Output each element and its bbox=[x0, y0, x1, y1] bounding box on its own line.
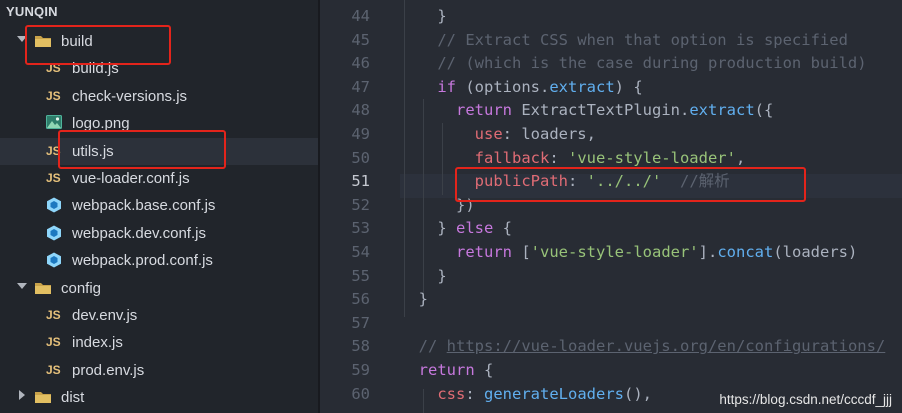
js-file-icon: JS bbox=[46, 88, 61, 103]
project-title[interactable]: YUNQIN bbox=[6, 4, 58, 26]
annotation-box-public-path bbox=[455, 167, 806, 202]
code-editor[interactable]: 44 45 46 47 48 49 50 51 52 53 54 55 56 57 58 59 60 } // … bbox=[320, 0, 902, 413]
js-file-icon: JS bbox=[46, 171, 61, 185]
indent-guide bbox=[423, 99, 424, 293]
line-number: 46 bbox=[351, 54, 370, 73]
line-number: 58 bbox=[351, 337, 370, 356]
watermark-text: https://blog.csdn.net/cccdf_jjj bbox=[719, 392, 892, 407]
tree-file-item[interactable]: JS index.js bbox=[0, 329, 318, 356]
js-file-icon: JS bbox=[46, 308, 61, 322]
line-number: 47 bbox=[351, 77, 370, 96]
indent-guide bbox=[423, 389, 424, 413]
tree-file-item[interactable]: JS check-versions.js bbox=[0, 83, 318, 110]
line-number: 55 bbox=[351, 266, 370, 285]
tree-item-label: webpack.base.conf.js bbox=[72, 197, 216, 215]
tree-item-label: check-versions.js bbox=[72, 87, 188, 105]
folder-icon bbox=[35, 392, 51, 404]
line-number: 60 bbox=[351, 384, 370, 403]
indent-guide bbox=[404, 0, 405, 317]
code-line[interactable]: // Extract CSS when that option is speci… bbox=[400, 28, 848, 52]
tree-file-item[interactable]: JS dev.env.js bbox=[0, 302, 318, 329]
code-line[interactable]: use: loaders, bbox=[400, 122, 596, 146]
webpack-file-icon bbox=[47, 252, 61, 268]
line-number: 57 bbox=[351, 313, 370, 332]
image-file-icon bbox=[46, 115, 62, 130]
tree-item-label: vue-loader.conf.js bbox=[72, 170, 190, 187]
line-number: 52 bbox=[351, 195, 370, 214]
chevron-down-icon[interactable] bbox=[17, 282, 27, 289]
code-line[interactable]: return ['vue-style-loader'].concat(loade… bbox=[400, 240, 857, 264]
chevron-right-icon[interactable] bbox=[19, 390, 25, 401]
code-line[interactable]: } else { bbox=[400, 216, 512, 240]
webpack-file-icon bbox=[47, 225, 61, 241]
annotation-box-build-folder bbox=[25, 25, 171, 65]
tree-item-label: dist bbox=[61, 389, 85, 407]
code-line[interactable]: fallback: 'vue-style-loader', bbox=[400, 146, 746, 170]
line-number: 45 bbox=[351, 30, 370, 49]
tree-item-label: dev.env.js bbox=[72, 307, 138, 324]
line-number: 53 bbox=[351, 219, 370, 238]
line-number: 49 bbox=[351, 125, 370, 143]
tree-folder-dist[interactable]: dist bbox=[0, 384, 318, 411]
line-number: 56 bbox=[351, 290, 370, 309]
indent-guide bbox=[442, 123, 443, 195]
tree-file-item[interactable]: webpack.dev.conf.js bbox=[0, 220, 318, 247]
tree-item-label: index.js bbox=[72, 334, 123, 352]
js-file-icon: JS bbox=[46, 335, 61, 350]
line-number: 51 bbox=[351, 172, 370, 191]
line-number: 48 bbox=[351, 101, 370, 120]
code-line[interactable]: if (options.extract) { bbox=[400, 75, 642, 99]
tree-folder-config[interactable]: config bbox=[0, 275, 318, 302]
line-number: 59 bbox=[351, 361, 370, 379]
tree-file-item[interactable]: JS vue-loader.conf.js bbox=[0, 165, 318, 192]
tree-item-label: config bbox=[61, 279, 102, 297]
tree-item-label: prod.env.js bbox=[72, 361, 145, 379]
tree-item-label: webpack.prod.conf.js bbox=[72, 252, 213, 270]
annotation-box-utils-file bbox=[58, 130, 226, 169]
tree-file-item[interactable]: webpack.base.conf.js bbox=[0, 192, 318, 219]
line-number: 50 bbox=[351, 148, 370, 167]
code-line[interactable]: css: generateLoaders(), bbox=[400, 382, 652, 406]
code-line[interactable]: // (which is the case during production … bbox=[400, 51, 866, 75]
folder-icon bbox=[35, 282, 51, 294]
js-file-icon: JS bbox=[46, 362, 61, 377]
webpack-file-icon bbox=[47, 197, 61, 213]
tree-file-item[interactable]: webpack.prod.conf.js bbox=[0, 247, 318, 274]
tree-item-label: webpack.dev.conf.js bbox=[72, 224, 206, 242]
code-line[interactable]: } bbox=[400, 4, 446, 28]
code-line[interactable]: return { bbox=[400, 358, 494, 382]
code-line[interactable]: return ExtractTextPlugin.extract({ bbox=[400, 98, 773, 122]
line-number-gutter: 44 45 46 47 48 49 50 51 52 53 54 55 56 57 58 59 60 bbox=[320, 0, 370, 413]
line-number: 44 bbox=[351, 7, 370, 25]
line-number: 54 bbox=[351, 243, 370, 261]
code-line[interactable]: // https://vue-loader.vuejs.org/en/confi… bbox=[400, 334, 886, 358]
tree-file-item[interactable]: JS prod.env.js bbox=[0, 357, 318, 384]
